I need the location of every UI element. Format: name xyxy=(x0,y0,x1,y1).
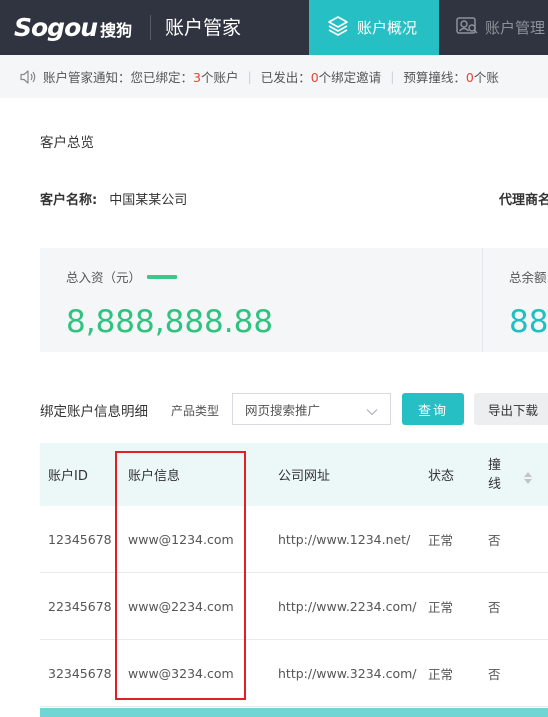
section-title-overview: 客户总览 xyxy=(40,135,94,151)
layers-icon xyxy=(327,15,349,41)
stats-panel: 总入资（元） 8,888,888.88 总余额 88, xyxy=(40,248,548,352)
total-balance-value: 88, xyxy=(509,304,548,340)
column-header-account-id: 账户ID xyxy=(48,469,88,484)
sogou-logo[interactable]: Sogou 搜狗 xyxy=(14,12,132,42)
cell-budget-hit: 否 xyxy=(488,667,501,682)
stats-divider xyxy=(482,248,483,352)
column-header-char: 线 xyxy=(488,476,502,492)
account-manage-icon xyxy=(455,15,479,41)
column-header-budget-hit[interactable]: 撞线 xyxy=(488,443,501,506)
notice-budget-hit: 预算撞线：0个账 xyxy=(403,70,499,85)
table-scrollbar[interactable] xyxy=(40,708,548,717)
cell-budget-hit: 否 xyxy=(488,533,501,548)
tab-account-manage-label: 账户管理 xyxy=(485,19,546,37)
notice-bar: 账户管家通知：您已绑定：3个账户 | 已发出：0个绑定邀请 | 预算撞线：0个账 xyxy=(0,55,548,98)
tab-account-overview[interactable]: 账户概况 xyxy=(309,0,439,55)
column-header-company-url: 公司网址 xyxy=(278,469,331,484)
tab-account-manage[interactable]: 账户管理 xyxy=(455,0,545,55)
total-deposit-value: 8,888,888.88 xyxy=(66,304,274,340)
customer-name-label: 客户名称: xyxy=(40,193,98,208)
table-header: 账户ID 账户信息 公司网址 状态 撞线 xyxy=(40,443,548,506)
total-deposit-label: 总入资（元） xyxy=(66,267,178,286)
export-download-button[interactable]: 导出下载 xyxy=(474,393,548,425)
cell-status: 正常 xyxy=(428,533,454,548)
cell-account-info: www@1234.com xyxy=(128,532,234,547)
query-button[interactable]: 查询 xyxy=(402,393,464,425)
cell-account-id: 32345678 xyxy=(48,666,112,681)
cell-account-id: 12345678 xyxy=(48,532,112,547)
product-type-label: 产品类型 xyxy=(171,404,220,418)
tab-account-overview-label: 账户概况 xyxy=(357,19,418,37)
table-row[interactable]: 32345678 www@3234.com http://www.3234.co… xyxy=(40,640,548,707)
customer-name-row: 客户名称: 中国某某公司 xyxy=(40,189,187,208)
agent-name-label: 代理商名 xyxy=(499,193,548,208)
sort-icon[interactable] xyxy=(523,470,533,489)
logo-text-cn: 搜狗 xyxy=(100,20,133,40)
customer-name-value: 中国某某公司 xyxy=(109,193,188,208)
table-row[interactable]: 12345678 www@1234.com http://www.1234.ne… xyxy=(40,506,548,573)
top-navigation-bar: Sogou 搜狗 账户管家 账户概况 账户管理 xyxy=(0,0,548,55)
chevron-down-icon xyxy=(366,404,378,419)
cell-account-id: 22345678 xyxy=(48,599,112,614)
product-type-value: 网页搜索推广 xyxy=(245,402,321,418)
cell-status: 正常 xyxy=(428,600,454,615)
cell-company-url[interactable]: http://www.2234.com/ xyxy=(278,573,416,640)
notice-separator: | xyxy=(247,69,252,84)
column-header-char: 撞 xyxy=(488,457,502,473)
header-divider xyxy=(150,15,151,40)
product-type-select[interactable]: 网页搜索推广 xyxy=(232,393,391,425)
cell-account-info: www@2234.com xyxy=(128,599,234,614)
column-header-account-info: 账户信息 xyxy=(128,469,181,484)
app-title: 账户管家 xyxy=(165,17,242,39)
column-header-budget-hit-label: 撞线 xyxy=(488,456,501,494)
section-title-details: 绑定账户信息明细 xyxy=(40,404,148,420)
cell-company-url[interactable]: http://www.3234.com/ xyxy=(278,640,416,707)
cell-budget-hit: 否 xyxy=(488,600,501,615)
cell-status: 正常 xyxy=(428,667,454,682)
total-balance-label: 总余额 xyxy=(509,270,547,285)
cell-account-info: www@3234.com xyxy=(128,666,234,681)
cell-company-url[interactable]: http://www.1234.net/ xyxy=(278,506,410,573)
logo-text: Sogou xyxy=(14,12,98,42)
column-header-status: 状态 xyxy=(428,469,455,484)
notice-bound-accounts: 账户管家通知：您已绑定：3个账户 xyxy=(43,70,239,85)
notice-invitations: 已发出：0个绑定邀请 xyxy=(260,70,382,85)
notice-separator: | xyxy=(390,69,395,84)
speaker-icon xyxy=(19,69,37,85)
table-row[interactable]: 22345678 www@2234.com http://www.2234.co… xyxy=(40,573,548,640)
legend-bar xyxy=(147,274,178,279)
